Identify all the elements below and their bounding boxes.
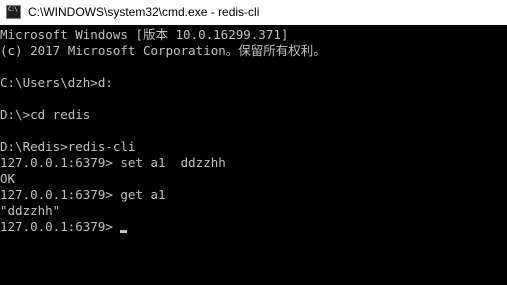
text-cursor	[120, 230, 128, 233]
cmd-console-icon[interactable]: C:\	[6, 5, 21, 19]
console-line-ok-response: OK	[0, 171, 16, 186]
console-line-prompt[interactable]: 127.0.0.1:6379>	[0, 219, 128, 235]
console-line-redis-cli: D:\Redis>redis-cli	[0, 139, 136, 154]
current-prompt: 127.0.0.1:6379>	[0, 219, 121, 234]
console-line-set-command: 127.0.0.1:6379> set a1 ddzzhh	[0, 155, 226, 170]
console-line-drive-change: C:\Users\dzh>d:	[0, 75, 113, 90]
console-line-get-response: "ddzzhh"	[0, 203, 61, 218]
console-line-get-command: 127.0.0.1:6379> get a1	[0, 187, 166, 202]
window-title: C:\WINDOWS\system32\cmd.exe - redis-cli	[28, 5, 260, 19]
cmd-icon-glyph: C:\	[8, 6, 18, 13]
console-line-copyright: (c) 2017 Microsoft Corporation。保留所有权利。	[0, 43, 326, 58]
cmd-window: C:\ C:\WINDOWS\system32\cmd.exe - redis-…	[0, 0, 507, 285]
console-output[interactable]: Microsoft Windows [版本 10.0.16299.371] (c…	[0, 25, 507, 285]
title-bar[interactable]: C:\ C:\WINDOWS\system32\cmd.exe - redis-…	[0, 0, 507, 25]
console-line-version: Microsoft Windows [版本 10.0.16299.371]	[0, 27, 289, 42]
console-line-cd: D:\>cd redis	[0, 107, 91, 122]
